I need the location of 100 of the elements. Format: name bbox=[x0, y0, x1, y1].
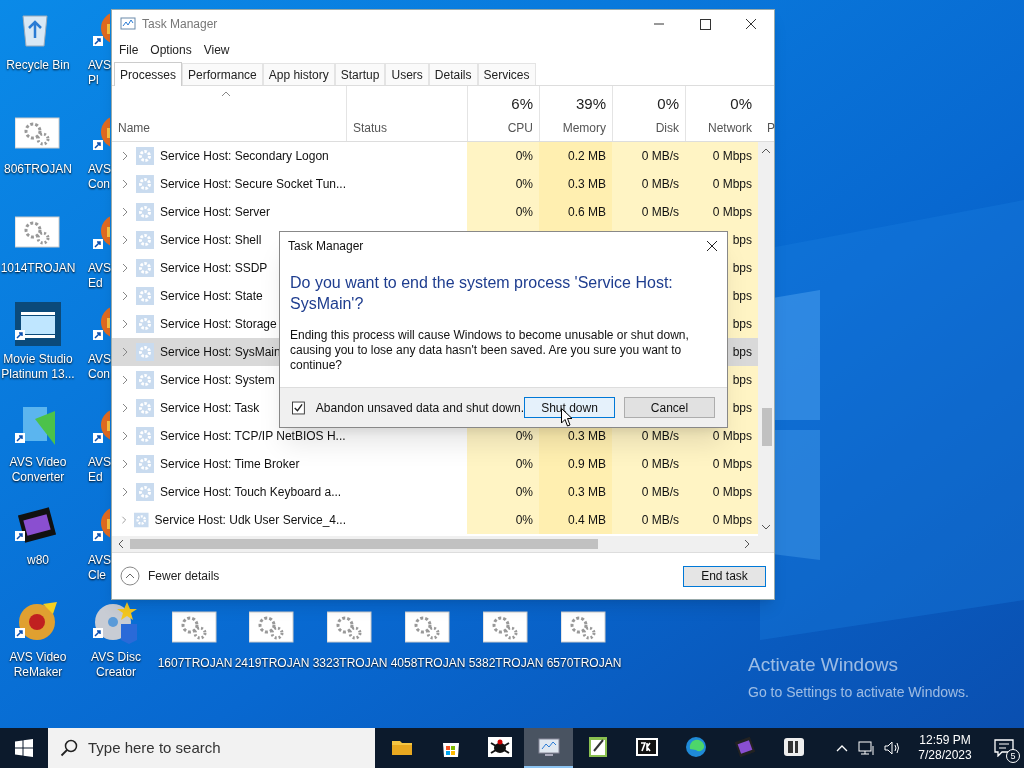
tab[interactable]: App history bbox=[262, 63, 335, 85]
close-icon[interactable] bbox=[705, 238, 719, 253]
horizontal-scrollbar[interactable] bbox=[112, 536, 774, 552]
expand-chevron-icon[interactable] bbox=[120, 403, 130, 413]
table-cell-text: 0 MB/s bbox=[641, 456, 679, 473]
table-row[interactable]: Service Host: Time Broker 0% 0.9 MB 0 MB/s 0 Mbps bbox=[112, 450, 758, 478]
tab[interactable]: Startup bbox=[334, 63, 386, 85]
icon-label: Cle bbox=[88, 568, 106, 583]
expand-chevron-icon[interactable] bbox=[120, 235, 130, 245]
table-row[interactable]: Service Host: Touch Keyboard a... 0% 0.3 MB 0 MB/s 0 Mbps bbox=[112, 478, 758, 506]
expand-chevron-icon[interactable] bbox=[120, 179, 130, 189]
expand-chevron-icon[interactable] bbox=[120, 319, 130, 329]
gear-icon bbox=[136, 483, 154, 501]
dialog-button[interactable]: Shut down bbox=[524, 397, 615, 418]
table-cell-text: 0 Mbps bbox=[712, 456, 752, 473]
column-header[interactable]: Network bbox=[708, 119, 752, 137]
column-header[interactable]: CPU bbox=[507, 119, 533, 137]
expand-chevron-icon[interactable] bbox=[120, 151, 130, 161]
disc-icon[interactable] bbox=[93, 600, 139, 644]
icon-label: AVS Video bbox=[9, 650, 67, 665]
table-cell-text: 0.3 MB bbox=[568, 176, 606, 193]
column-header[interactable]: Status bbox=[353, 119, 461, 137]
icon-label: 1607TROJAN bbox=[157, 656, 233, 671]
table-cell-text: 0 Mbps bbox=[712, 204, 752, 221]
tab[interactable]: Processes bbox=[114, 62, 183, 86]
gear-icon bbox=[136, 203, 154, 221]
expand-chevron-icon[interactable] bbox=[120, 459, 130, 469]
table-cell-text: 0% bbox=[515, 176, 533, 193]
clock[interactable]: 12:59 PM 7/28/2023 bbox=[910, 733, 980, 763]
notification-count: 5 bbox=[1006, 749, 1020, 763]
menu-item[interactable]: Options bbox=[145, 41, 197, 59]
process-name: Service Host: Time Broker bbox=[160, 456, 300, 473]
window-title: Task Manager bbox=[142, 16, 218, 33]
icon-label: AVS Disc bbox=[91, 650, 141, 665]
icon-label: Ed bbox=[88, 470, 103, 485]
sort-caret-icon[interactable] bbox=[221, 91, 231, 97]
expand-chevron-icon[interactable] bbox=[120, 431, 130, 441]
process-name: Service Host: Storage bbox=[160, 316, 277, 333]
monitor-icon bbox=[536, 735, 561, 759]
table-cell-text: 0.4 MB bbox=[568, 512, 606, 529]
table-row[interactable]: Service Host: Udk User Service_4... 0% 0.4 MB 0 MB/s 0 Mbps bbox=[112, 506, 758, 534]
checkbox[interactable] bbox=[292, 400, 305, 415]
process-name: Service Host: SSDP bbox=[160, 260, 268, 277]
end-task-button[interactable]: End task bbox=[683, 565, 766, 587]
column-header[interactable]: Disk bbox=[655, 119, 679, 137]
process-name: Service Host: SysMain bbox=[160, 344, 281, 361]
table-cell-text: 0 MB/s bbox=[641, 428, 679, 445]
table-cell-text: 0 MB/s bbox=[641, 512, 679, 529]
notification-button[interactable]: 5 bbox=[984, 728, 1024, 768]
tab[interactable]: Users bbox=[385, 63, 429, 85]
table-cell-text: bps bbox=[732, 344, 752, 361]
dialog-heading: Do you want to end the system process 'Service Host: SysMain'? bbox=[289, 273, 674, 314]
search-field[interactable]: Type here to search bbox=[48, 728, 375, 768]
fewer-details-button[interactable]: Fewer details bbox=[120, 566, 220, 586]
table-cell-text: 0 Mbps bbox=[712, 176, 752, 193]
process-name: Service Host: Secure Socket Tun... bbox=[159, 176, 346, 193]
expand-chevron-icon[interactable] bbox=[120, 487, 130, 497]
column-header[interactable]: Name bbox=[118, 119, 340, 137]
scroll-thumb[interactable] bbox=[130, 539, 598, 549]
icon-label: 1014TROJAN bbox=[0, 261, 76, 276]
dialog-button[interactable]: Cancel bbox=[624, 397, 715, 418]
table-row[interactable]: Service Host: Secure Socket Tun... 0% 0.3 MB 0 MB/s 0 Mbps bbox=[112, 170, 758, 198]
table-row[interactable]: Service Host: Secondary Logon 0% 0.2 MB 0 MB/s 0 Mbps bbox=[112, 142, 758, 170]
gear-icon bbox=[136, 455, 154, 473]
icon-label: 3323TROJAN bbox=[312, 656, 388, 671]
tab[interactable]: Services bbox=[477, 63, 536, 85]
table-cell-text: 0% bbox=[515, 512, 533, 529]
table-cell-text: 0 MB/s bbox=[641, 176, 679, 193]
expand-chevron-icon[interactable] bbox=[120, 207, 130, 217]
icon-label: Pl bbox=[88, 73, 99, 88]
expand-chevron-icon[interactable] bbox=[120, 375, 130, 385]
icon-label: AVS bbox=[88, 58, 112, 73]
tab[interactable]: Details bbox=[428, 63, 478, 85]
table-row[interactable]: Service Host: Server 0% 0.6 MB 0 MB/s 0 Mbps bbox=[112, 198, 758, 226]
icon-label: AVS bbox=[88, 352, 112, 367]
vertical-scrollbar[interactable] bbox=[758, 142, 774, 536]
expand-chevron-icon[interactable] bbox=[120, 291, 130, 301]
network-icon[interactable] bbox=[858, 740, 876, 756]
scroll-right-icon[interactable] bbox=[742, 539, 752, 549]
volume-icon[interactable] bbox=[884, 740, 902, 756]
film-icon[interactable] bbox=[15, 302, 61, 346]
task-manager-icon bbox=[120, 16, 136, 32]
taskbar-app-button[interactable] bbox=[524, 728, 573, 768]
icon-label: 5382TROJAN bbox=[468, 656, 544, 671]
icon-label: AVS bbox=[88, 553, 112, 568]
expand-chevron-icon[interactable] bbox=[120, 347, 130, 357]
menu-item[interactable]: View bbox=[198, 41, 235, 59]
expand-chevron-icon[interactable] bbox=[120, 263, 130, 273]
tab[interactable]: Performance bbox=[182, 63, 263, 85]
column-header[interactable]: Memory bbox=[562, 119, 606, 137]
scroll-down-icon[interactable] bbox=[761, 522, 771, 532]
table-cell-text: bps bbox=[732, 288, 752, 305]
icon-label: 806TROJAN bbox=[4, 162, 72, 177]
chevron-up-icon[interactable] bbox=[836, 744, 848, 752]
dialog-message: Ending this process will cause Windows to become unusable or shut down, causing you to lose any data hasn't been saved. Are you sure you want to continue? bbox=[289, 327, 690, 373]
scroll-thumb[interactable] bbox=[762, 408, 772, 446]
table-cell-text: 0% bbox=[515, 428, 533, 445]
menu-item[interactable]: File bbox=[114, 41, 144, 59]
scroll-up-icon[interactable] bbox=[761, 146, 771, 156]
scroll-left-icon[interactable] bbox=[116, 539, 126, 549]
